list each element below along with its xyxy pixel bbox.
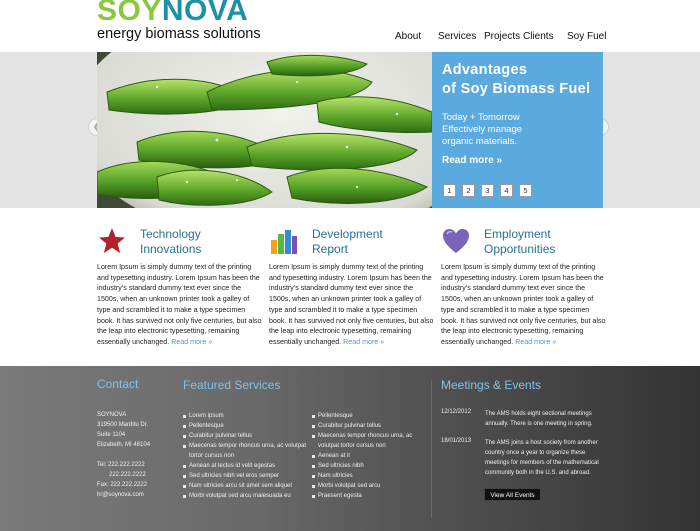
service-item[interactable]: Nam ultricies arcu sit amet sem aliquet bbox=[183, 481, 308, 491]
feature-body-text: Lorem Ipsum is simply dummy text of the … bbox=[269, 263, 434, 346]
contact-address-line3: Elizabeth, MI 48104 bbox=[97, 442, 151, 448]
event-date: 18/01/2013 bbox=[441, 438, 472, 444]
nav-services[interactable]: Services bbox=[438, 31, 476, 42]
contact-email-link[interactable]: hr@soynova.com bbox=[97, 490, 150, 500]
contact-tel: Tel: 222.222.2222 bbox=[97, 462, 145, 468]
service-item[interactable]: Morbi volutpat sed arcu bbox=[312, 481, 424, 491]
service-item[interactable]: Nam ultricies bbox=[312, 471, 424, 481]
service-item[interactable]: Maecenas tempor rhoncus urna, ac volutpa… bbox=[312, 431, 424, 451]
logo-nova: NOVA bbox=[161, 0, 249, 27]
view-all-events-button[interactable]: View All Events bbox=[484, 488, 541, 501]
contact-address-line2: Suite 1104 bbox=[97, 432, 126, 438]
feature-body: Lorem Ipsum is simply dummy text of the … bbox=[97, 262, 262, 348]
service-item[interactable]: Morbi volutpat sed arcu malesuada eu bbox=[183, 491, 308, 501]
slider-title: Advantages of Soy Biomass Fuel bbox=[442, 61, 590, 99]
feature-title-line1: Development bbox=[312, 227, 383, 241]
slider-page-4[interactable]: 4 bbox=[500, 184, 513, 197]
slider-title-line2: of Soy Biomass Fuel bbox=[442, 81, 591, 97]
slider-text: Today + Tomorrow Effectively manage orga… bbox=[442, 112, 522, 148]
feature-title: Employment Opportunities bbox=[484, 227, 555, 257]
contact-address-line1: 319500 Marditu Dr. bbox=[97, 422, 149, 428]
site-header: SOYNOVA energy biomass solutions About S… bbox=[0, 0, 700, 52]
contact-info: SOYNOVA 319500 Marditu Dr. Suite 1104 El… bbox=[97, 410, 150, 500]
events-heading: Meetings & Events bbox=[441, 378, 542, 392]
nav-clients[interactable]: Clients bbox=[523, 31, 554, 42]
contact-heading: Contact bbox=[97, 377, 139, 391]
logo-wordmark: SOYNOVA bbox=[97, 0, 277, 26]
slider-page-2[interactable]: 2 bbox=[462, 184, 475, 197]
contact-fax: Fax: 222.222.2222 bbox=[97, 482, 148, 488]
service-item[interactable]: Aenean at lr bbox=[312, 451, 424, 461]
feature-title-line2: Innovations bbox=[140, 242, 202, 256]
feature-read-more-link[interactable]: Read more » bbox=[343, 338, 384, 346]
service-item[interactable]: Sed ultricies nibh vel eros semper bbox=[183, 471, 308, 481]
event-text: The AMS holds eight sectional meetings a… bbox=[485, 411, 593, 427]
slider-text-line1: Today + Tomorrow bbox=[442, 112, 520, 123]
feature-body: Lorem Ipsum is simply dummy text of the … bbox=[441, 262, 606, 348]
feature-title: Technology Innovations bbox=[140, 227, 201, 257]
heart-icon bbox=[443, 229, 469, 253]
service-item[interactable]: Maecenas tempor rhoncus urna, ac volutpa… bbox=[183, 441, 308, 461]
slider-text-line2: Effectively manage bbox=[442, 124, 523, 135]
slider-panel: Advantages of Soy Biomass Fuel Today + T… bbox=[432, 52, 603, 208]
slider-page-3[interactable]: 3 bbox=[481, 184, 494, 197]
feature-body-text: Lorem Ipsum is simply dummy text of the … bbox=[97, 263, 262, 346]
service-item[interactable]: Aenean at lectus id velit egestas bbox=[183, 461, 308, 471]
services-list-2: Pellentesque Curabitur pulvinar tellus M… bbox=[312, 411, 424, 501]
logo-tagline: energy biomass solutions bbox=[97, 26, 261, 42]
star-icon bbox=[99, 228, 125, 253]
site-logo[interactable]: SOYNOVA energy biomass solutions bbox=[97, 0, 277, 44]
feature-title-line2: Opportunities bbox=[484, 242, 556, 256]
event-text: The AMS joins a host society from anothe… bbox=[485, 440, 599, 476]
service-item[interactable]: Pellentesque bbox=[183, 421, 308, 431]
feature-title-line1: Technology bbox=[140, 227, 201, 241]
contact-name: SOYNOVA bbox=[97, 412, 127, 418]
feature-body-text: Lorem Ipsum is simply dummy text of the … bbox=[441, 263, 606, 346]
contact-tel2: 222.222.2222 bbox=[109, 472, 146, 478]
feature-title-line2: Report bbox=[312, 242, 349, 256]
service-item[interactable]: Curabitur pulvinar tellus bbox=[183, 431, 308, 441]
feature-body: Lorem Ipsum is simply dummy text of the … bbox=[269, 262, 434, 348]
nav-soy-fuel[interactable]: Soy Fuel bbox=[567, 31, 606, 42]
service-item[interactable]: Pellentesque bbox=[312, 411, 424, 421]
nav-about[interactable]: About bbox=[395, 31, 421, 42]
feature-read-more-link[interactable]: Read more » bbox=[515, 338, 556, 346]
slider-title-line1: Advantages bbox=[442, 62, 528, 78]
services-list-1: Lorem ipsum Pellentesque Curabitur pulvi… bbox=[183, 411, 308, 501]
slider-text-line3: organic materials. bbox=[442, 136, 517, 147]
event-date: 12/12/2012 bbox=[441, 409, 472, 415]
logo-soy: SOY bbox=[97, 0, 162, 27]
bar-chart-icon bbox=[271, 230, 297, 254]
slider-image bbox=[97, 52, 432, 208]
service-item[interactable]: Praesent egesta bbox=[312, 491, 424, 501]
feature-read-more-link[interactable]: Read more » bbox=[171, 338, 212, 346]
service-item[interactable]: Curabitur pulvinar tellus bbox=[312, 421, 424, 431]
edamame-photo bbox=[97, 52, 432, 208]
slider-page-5[interactable]: 5 bbox=[519, 184, 532, 197]
nav-projects[interactable]: Projects bbox=[484, 31, 520, 42]
slider-read-more-link[interactable]: Read more » bbox=[442, 155, 502, 166]
feature-title: Development Report bbox=[312, 227, 383, 257]
footer-divider bbox=[431, 380, 432, 518]
service-item[interactable]: Lorem ipsum bbox=[183, 411, 308, 421]
slider-page-1[interactable]: 1 bbox=[443, 184, 456, 197]
featured-services-heading: Featured Services bbox=[183, 378, 281, 392]
service-item[interactable]: Sed ultricies nibh bbox=[312, 461, 424, 471]
feature-title-line1: Employment bbox=[484, 227, 551, 241]
